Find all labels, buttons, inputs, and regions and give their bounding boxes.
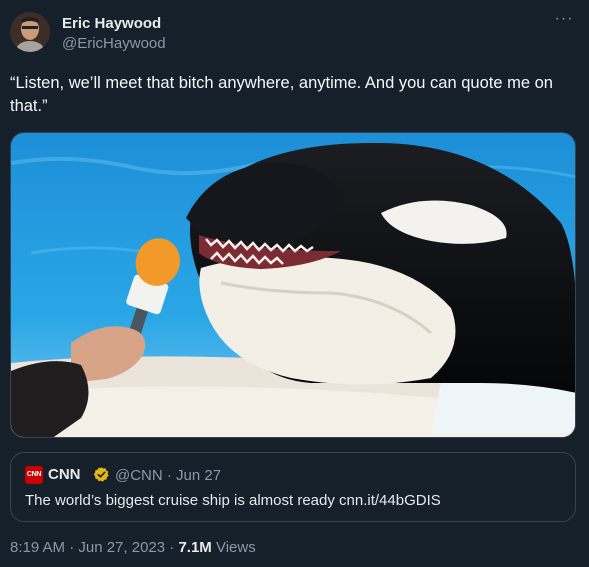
tweet-header: Eric Haywood @EricHaywood ··· [10, 11, 579, 54]
tweet-card: Eric Haywood @EricHaywood ··· “Listen, w… [0, 0, 589, 567]
quoted-meta: @CNN · Jun 27 [115, 467, 222, 484]
views-label: Views [211, 539, 256, 556]
author-display-name[interactable]: Eric Haywood [62, 15, 161, 32]
avatar[interactable] [10, 12, 50, 52]
tweet-text: “Listen, we’ll meet that bitch anywhere,… [10, 74, 553, 115]
quoted-tweet[interactable]: CNN CNN @CNN · Jun 27 The world’s bigges… [10, 452, 576, 522]
author-handle[interactable]: @EricHaywood [62, 35, 166, 52]
more-horizontal-icon[interactable]: ··· [553, 11, 575, 30]
views-count[interactable]: 7.1M [178, 539, 211, 556]
quoted-text: The world’s biggest cruise ship is almos… [25, 492, 441, 509]
tweet-media-photo[interactable] [10, 132, 576, 438]
timestamp[interactable]: 8:19 AM · Jun 27, 2023 · [10, 539, 178, 556]
gold-verified-badge-icon [93, 467, 109, 482]
tweet-footer: 8:19 AM · Jun 27, 2023 · 7.1M Views [10, 539, 256, 556]
orca-interview-image [11, 133, 575, 437]
cnn-logo: CNN [25, 466, 43, 484]
quoted-author-name: CNN [48, 466, 81, 483]
avatar-photo-icon [10, 12, 50, 52]
